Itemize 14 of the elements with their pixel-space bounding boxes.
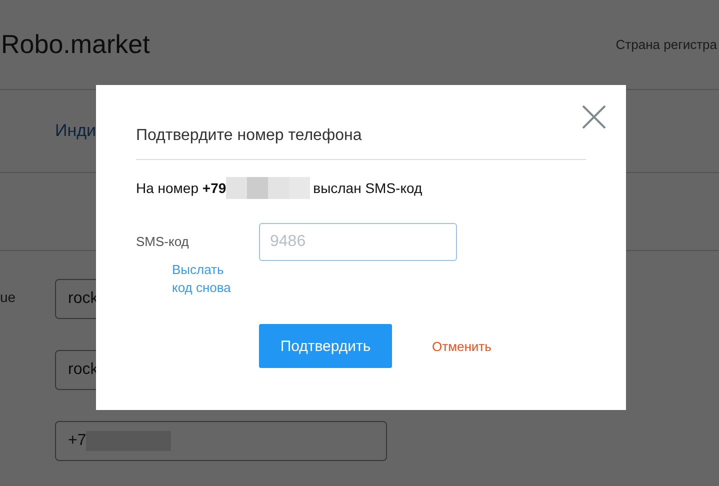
confirm-button[interactable]: Подтвердить <box>259 324 392 368</box>
close-icon[interactable] <box>582 105 606 129</box>
sms-notice-text: На номер +79 <box>136 180 226 196</box>
resend-code-link[interactable]: Выслать код снова <box>172 261 244 297</box>
sms-code-input[interactable]: 9486 <box>259 223 457 261</box>
text-field[interactable]: +7 <box>55 421 387 461</box>
country-link[interactable]: Страна регистра <box>616 37 717 52</box>
site-logo[interactable]: Robo.market <box>1 29 150 60</box>
sms-notice-text-end: выслан SMS-код <box>313 180 422 196</box>
dialog-title: Подтвердите номер телефона <box>136 127 586 160</box>
field-label: ue <box>0 289 16 305</box>
field-label: SMS-код <box>136 234 190 249</box>
cancel-link[interactable]: Отменить <box>432 338 492 354</box>
tab[interactable]: Инди <box>55 121 96 141</box>
